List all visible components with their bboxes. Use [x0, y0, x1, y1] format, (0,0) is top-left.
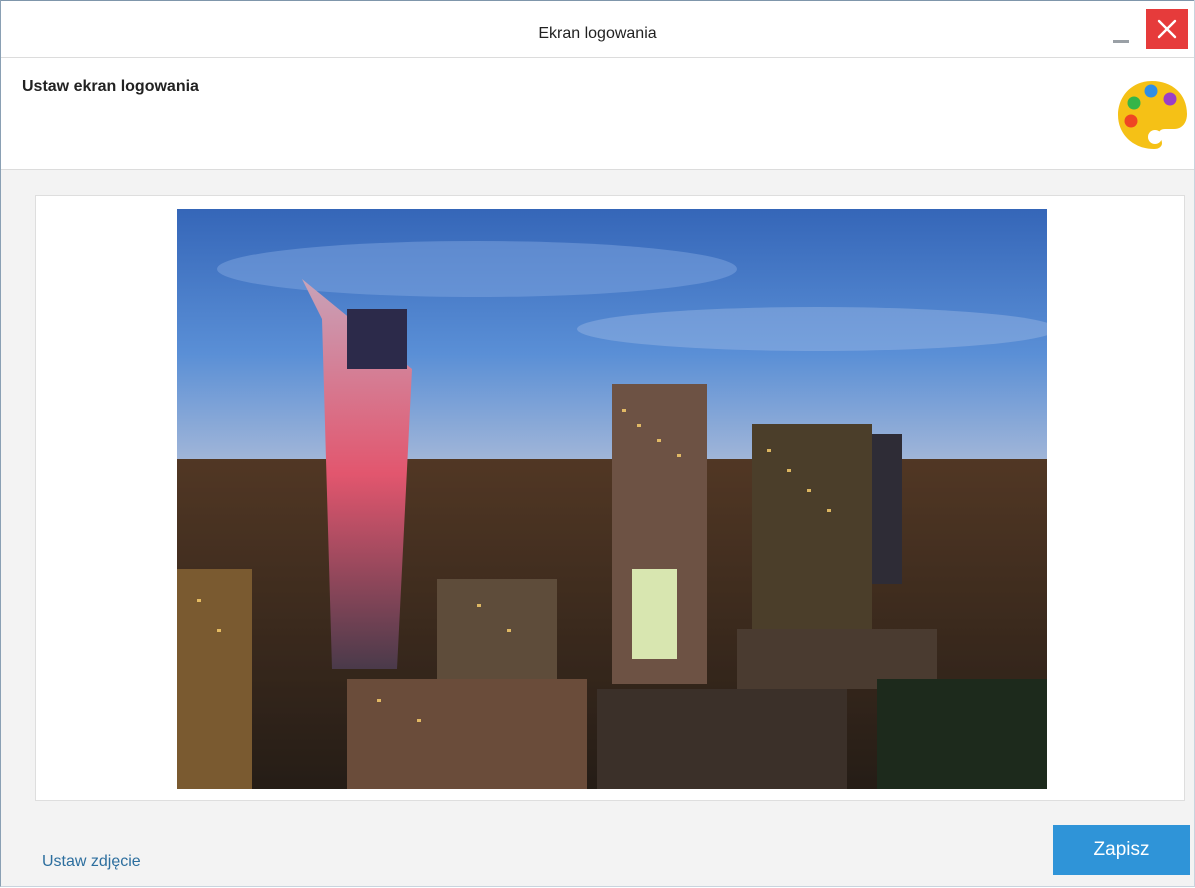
login-background-image	[177, 209, 1047, 789]
image-preview-card	[35, 195, 1185, 801]
city-skyline-image	[177, 209, 1047, 789]
minimize-button[interactable]	[1099, 9, 1143, 49]
save-button[interactable]: Zapisz	[1053, 825, 1190, 875]
title-bar: Ekran logowania	[1, 0, 1194, 58]
close-icon	[1157, 19, 1177, 39]
page-title: Ustaw ekran logowania	[22, 78, 199, 95]
login-screen-window: Ekran logowania Ustaw ekran logowania Us…	[0, 0, 1195, 887]
window-title: Ekran logowania	[538, 25, 657, 42]
header: Ustaw ekran logowania	[1, 58, 1194, 170]
palette-icon	[1118, 81, 1187, 149]
close-button[interactable]	[1146, 9, 1188, 49]
set-photo-link[interactable]: Ustaw zdjęcie	[42, 853, 141, 871]
content-area: Ustaw zdjęcie Zapisz	[1, 170, 1194, 886]
minimize-icon	[1113, 40, 1129, 43]
